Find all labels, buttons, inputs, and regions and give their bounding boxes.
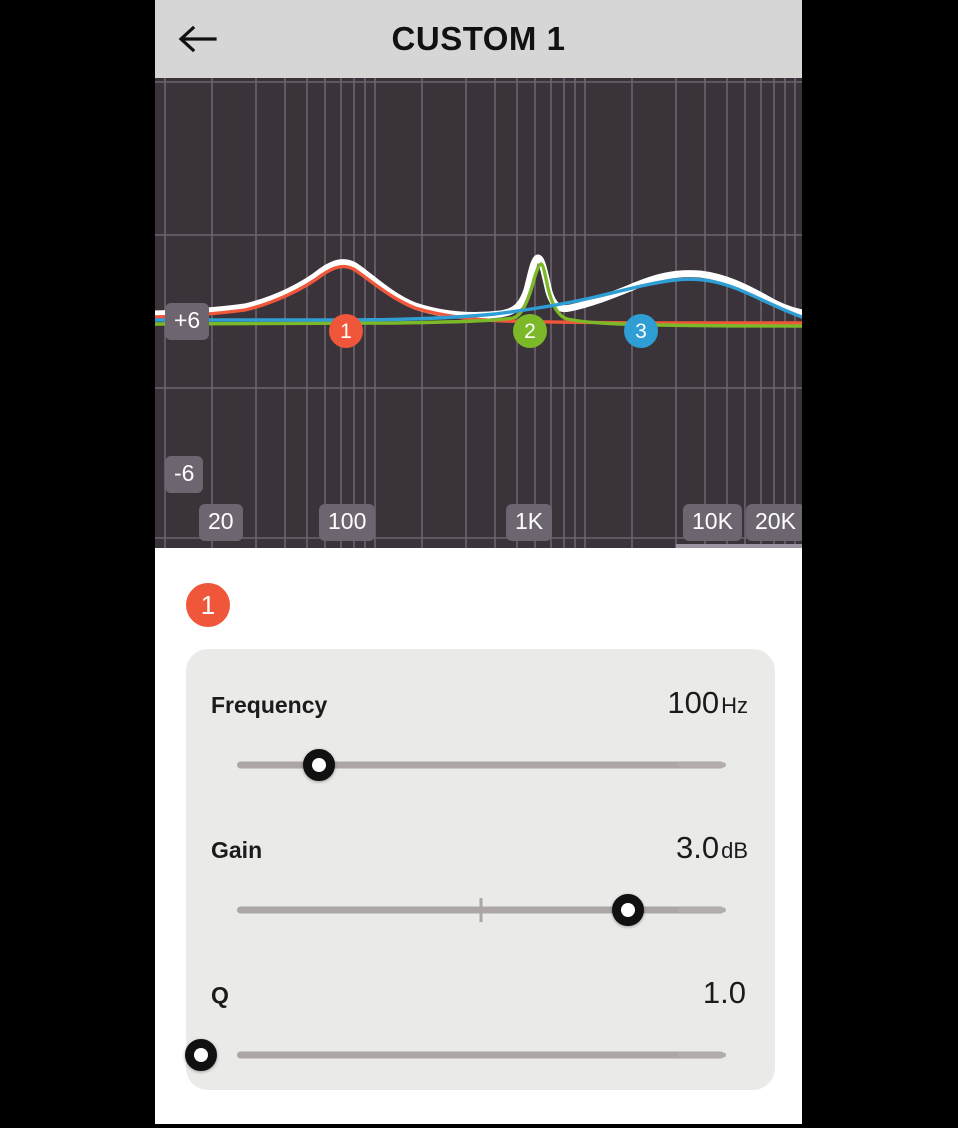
gain-unit: dB [721, 838, 748, 863]
q-value-number: 1.0 [702, 975, 746, 1010]
freq-label-10k: 10K [683, 504, 742, 541]
gain-value-number: 3.0 [675, 830, 720, 865]
freq-label-100: 100 [319, 504, 376, 541]
selected-band-label: 1 [200, 590, 216, 620]
gain-label-plus6: +6 [165, 303, 210, 340]
arrow-left-icon [177, 24, 217, 54]
frequency-slider[interactable] [186, 745, 775, 785]
gain-slider-track-tail [678, 907, 726, 913]
frequency-label: Frequency [211, 692, 328, 718]
q-header: Q 1.0 [186, 975, 775, 1011]
frequency-value-number: 100 [667, 685, 720, 720]
gain-slider-thumb[interactable] [611, 894, 644, 926]
band-marker-1[interactable]: 1 [329, 314, 363, 348]
gain-label-minus6: -6 [165, 456, 204, 493]
band-controls-area: 1 Frequency 100Hz Gain 3.0dB Q 1.0 [155, 548, 802, 1124]
band-params-card: Frequency 100Hz Gain 3.0dB Q 1.0 [184, 649, 775, 1090]
band-marker-1-label: 1 [340, 319, 352, 343]
frequency-header: Frequency 100Hz [186, 685, 775, 721]
q-slider-track-tail [678, 1052, 726, 1058]
q-label: Q [211, 982, 229, 1008]
q-slider-track[interactable] [237, 1051, 724, 1059]
equalizer-app-frame: CUSTOM 1 +6 -6 20 100 1K 10K 20K 1 2 3 1… [151, 0, 806, 1128]
band-marker-3[interactable]: 3 [624, 314, 658, 348]
page-title: CUSTOM 1 [391, 20, 566, 57]
freq-label-20: 20 [199, 504, 243, 541]
frequency-unit: Hz [721, 693, 748, 718]
q-slider[interactable] [184, 1035, 775, 1075]
gain-label: Gain [211, 837, 263, 863]
gain-value: 3.0dB [676, 830, 748, 866]
selected-band-badge[interactable]: 1 [186, 583, 230, 627]
gain-slider-center-tick [479, 898, 482, 922]
param-row-q: Q 1.0 [184, 975, 775, 1075]
freq-label-1k: 1K [506, 504, 553, 541]
eq-curve-plot [155, 78, 802, 548]
frequency-slider-thumb[interactable] [302, 749, 335, 781]
band-marker-2[interactable]: 2 [513, 314, 547, 348]
back-button[interactable] [155, 0, 239, 78]
freq-label-20k: 20K [746, 504, 802, 541]
eq-graph[interactable]: +6 -6 20 100 1K 10K 20K 1 2 3 [155, 78, 802, 548]
band-marker-3-label: 3 [635, 319, 647, 343]
gain-header: Gain 3.0dB [186, 830, 775, 866]
q-value: 1.0 [703, 975, 748, 1011]
q-slider-thumb[interactable] [184, 1039, 217, 1071]
frequency-slider-track-tail [678, 762, 726, 768]
band-marker-2-label: 2 [524, 319, 536, 343]
frequency-value: 100Hz [667, 685, 748, 721]
param-row-gain: Gain 3.0dB [186, 830, 775, 930]
param-row-frequency: Frequency 100Hz [186, 685, 775, 785]
app-header: CUSTOM 1 [155, 0, 802, 78]
gain-slider[interactable] [186, 890, 775, 930]
